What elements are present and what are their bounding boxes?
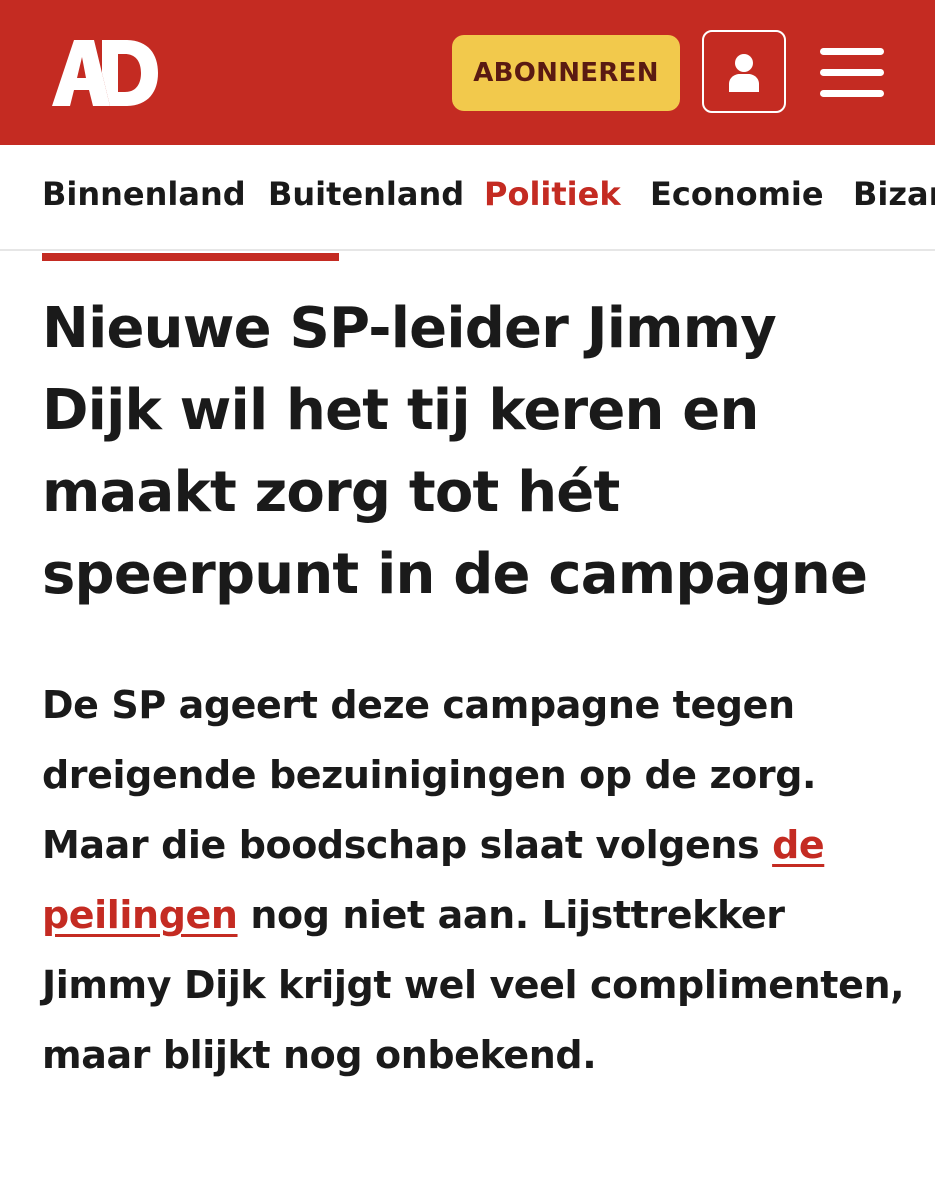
site-header: AD ABONNEREN (0, 0, 935, 145)
user-icon (729, 53, 759, 92)
nav-item-binnenland[interactable]: Binnenland (42, 175, 246, 213)
nav-item-bizar[interactable]: Bizar (853, 175, 935, 213)
section-accent-rule (42, 253, 339, 261)
article-headline: Nieuwe SP-leider Jimmy Dijk wil het tij … (42, 296, 868, 607)
hamburger-menu-icon[interactable] (820, 48, 884, 98)
nav-item-politiek[interactable]: Politiek (484, 175, 621, 213)
section-nav: Binnenland Buitenland Politiek Economie … (0, 145, 935, 251)
article-intro: De SP ageert deze campagne tegen dreigen… (42, 670, 912, 1090)
nav-item-buitenland[interactable]: Buitenland (268, 175, 464, 213)
subscribe-button[interactable]: ABONNEREN (452, 35, 680, 111)
intro-text-part1: De SP ageert deze campagne tegen dreigen… (42, 683, 817, 867)
account-button[interactable] (702, 30, 786, 113)
nav-item-economie[interactable]: Economie (650, 175, 824, 213)
ad-logo[interactable]: AD (52, 40, 158, 106)
